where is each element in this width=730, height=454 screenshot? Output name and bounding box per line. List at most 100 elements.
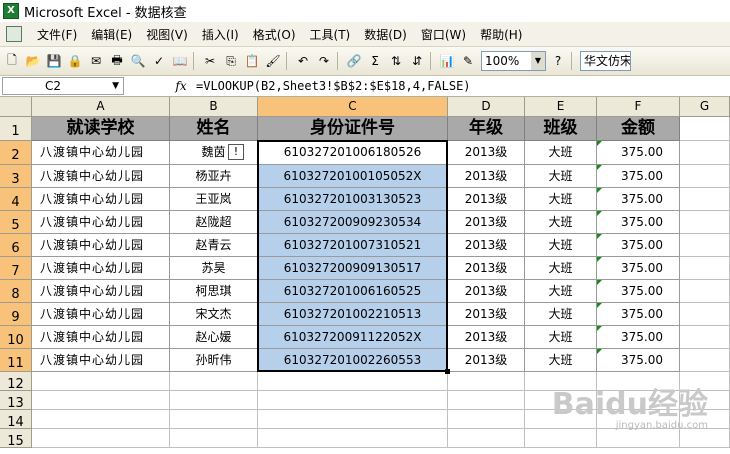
amount-cell[interactable]: 375.00: [597, 326, 680, 349]
class-cell[interactable]: 大班: [525, 326, 597, 349]
menu-data[interactable]: 数据(D): [357, 26, 414, 43]
name-box[interactable]: C2 ▼: [2, 77, 124, 95]
class-cell[interactable]: 大班: [525, 211, 597, 234]
grade-cell[interactable]: 2013级: [448, 303, 525, 326]
row-header[interactable]: 2: [0, 141, 32, 165]
header-cell[interactable]: 姓名: [170, 117, 258, 141]
paste-icon[interactable]: 📋: [243, 52, 261, 70]
empty-cell[interactable]: [32, 391, 170, 410]
grade-cell[interactable]: 2013级: [448, 349, 525, 372]
empty-cell[interactable]: [680, 141, 730, 165]
id-number-cell[interactable]: 610327201006180526: [258, 141, 448, 165]
save-icon[interactable]: 💾: [45, 52, 63, 70]
school-cell[interactable]: 八渡镇中心幼儿园: [32, 188, 170, 211]
empty-cell[interactable]: [448, 429, 525, 448]
chevron-down-icon[interactable]: ▼: [112, 78, 119, 94]
school-cell[interactable]: 八渡镇中心幼儿园: [32, 303, 170, 326]
sort-ascending-icon[interactable]: ⇅: [387, 52, 405, 70]
column-header[interactable]: G: [680, 97, 730, 117]
font-select[interactable]: 华文仿宋: [580, 51, 631, 71]
name-cell[interactable]: 杨亚卉: [170, 165, 258, 188]
name-cell[interactable]: 宋文杰: [170, 303, 258, 326]
smart-tag-warning-icon[interactable]: !: [228, 144, 244, 160]
empty-cell[interactable]: [170, 410, 258, 429]
header-cell[interactable]: 身份证件号: [258, 117, 448, 141]
empty-cell[interactable]: [597, 429, 680, 448]
column-header[interactable]: C: [258, 97, 448, 117]
id-number-cell[interactable]: 610327201002260553: [258, 349, 448, 372]
empty-cell[interactable]: [680, 257, 730, 280]
row-header[interactable]: 13: [0, 391, 32, 411]
id-number-cell[interactable]: 610327201006160525: [258, 280, 448, 303]
name-cell[interactable]: 魏茵: [170, 141, 258, 165]
column-header[interactable]: D: [448, 97, 525, 117]
grade-cell[interactable]: 2013级: [448, 165, 525, 188]
row-header[interactable]: 14: [0, 410, 32, 430]
row-header[interactable]: 5: [0, 211, 32, 234]
id-number-cell[interactable]: 61032720091122052X: [258, 326, 448, 349]
id-number-cell[interactable]: 610327200909230534: [258, 211, 448, 234]
menu-window[interactable]: 窗口(W): [414, 26, 473, 43]
menu-view[interactable]: 视图(V): [139, 26, 195, 43]
empty-cell[interactable]: [448, 391, 525, 410]
column-header[interactable]: E: [525, 97, 597, 117]
class-cell[interactable]: 大班: [525, 234, 597, 257]
class-cell[interactable]: 大班: [525, 349, 597, 372]
header-cell[interactable]: 金额: [597, 117, 680, 141]
header-cell[interactable]: 年级: [448, 117, 525, 141]
autosum-icon[interactable]: Σ: [366, 52, 384, 70]
name-cell[interactable]: 赵青云: [170, 234, 258, 257]
amount-cell[interactable]: 375.00: [597, 257, 680, 280]
empty-cell[interactable]: [258, 410, 448, 429]
name-cell[interactable]: 赵心媛: [170, 326, 258, 349]
menu-edit[interactable]: 编辑(E): [84, 26, 139, 43]
column-header[interactable]: B: [170, 97, 258, 117]
row-header[interactable]: 6: [0, 234, 32, 257]
empty-cell[interactable]: [680, 303, 730, 326]
grade-cell[interactable]: 2013级: [448, 257, 525, 280]
permission-icon[interactable]: 🔒: [66, 52, 84, 70]
copy-icon[interactable]: ⎘: [222, 52, 240, 70]
empty-cell[interactable]: [448, 410, 525, 429]
school-cell[interactable]: 八渡镇中心幼儿园: [32, 141, 170, 165]
chevron-down-icon[interactable]: ▼: [531, 52, 545, 70]
amount-cell[interactable]: 375.00: [597, 280, 680, 303]
id-number-cell[interactable]: 610327201003130523: [258, 188, 448, 211]
column-header[interactable]: F: [597, 97, 680, 117]
class-cell[interactable]: 大班: [525, 257, 597, 280]
empty-cell[interactable]: [680, 234, 730, 257]
amount-cell[interactable]: 375.00: [597, 303, 680, 326]
row-header[interactable]: 3: [0, 165, 32, 188]
chart-wizard-icon[interactable]: 📊: [438, 52, 456, 70]
fill-handle[interactable]: [445, 369, 450, 374]
print-preview-icon[interactable]: 🔍: [129, 52, 147, 70]
class-cell[interactable]: 大班: [525, 165, 597, 188]
format-painter-icon[interactable]: 🖌: [264, 52, 282, 70]
sort-descending-icon[interactable]: ⇵: [408, 52, 426, 70]
class-cell[interactable]: 大班: [525, 188, 597, 211]
menu-insert[interactable]: 插入(I): [195, 26, 246, 43]
empty-cell[interactable]: [258, 429, 448, 448]
zoom-select[interactable]: 100% ▼: [481, 51, 546, 71]
help-icon[interactable]: ?: [549, 52, 567, 70]
grade-cell[interactable]: 2013级: [448, 141, 525, 165]
workbook-icon[interactable]: [6, 26, 22, 42]
amount-cell[interactable]: 375.00: [597, 211, 680, 234]
name-cell[interactable]: 孙昕伟: [170, 349, 258, 372]
new-file-icon[interactable]: 🗋: [3, 52, 21, 70]
empty-cell[interactable]: [680, 349, 730, 372]
empty-cell[interactable]: [258, 372, 448, 391]
menu-help[interactable]: 帮助(H): [473, 26, 529, 43]
empty-cell[interactable]: [680, 429, 730, 448]
class-cell[interactable]: 大班: [525, 303, 597, 326]
empty-cell[interactable]: [680, 211, 730, 234]
empty-cell[interactable]: [680, 326, 730, 349]
menu-file[interactable]: 文件(F): [30, 26, 84, 43]
amount-cell[interactable]: 375.00: [597, 165, 680, 188]
amount-cell[interactable]: 375.00: [597, 349, 680, 372]
row-header[interactable]: 15: [0, 429, 32, 449]
header-cell[interactable]: 就读学校: [32, 117, 170, 141]
fx-icon[interactable]: fx: [170, 79, 192, 93]
class-cell[interactable]: 大班: [525, 280, 597, 303]
school-cell[interactable]: 八渡镇中心幼儿园: [32, 165, 170, 188]
